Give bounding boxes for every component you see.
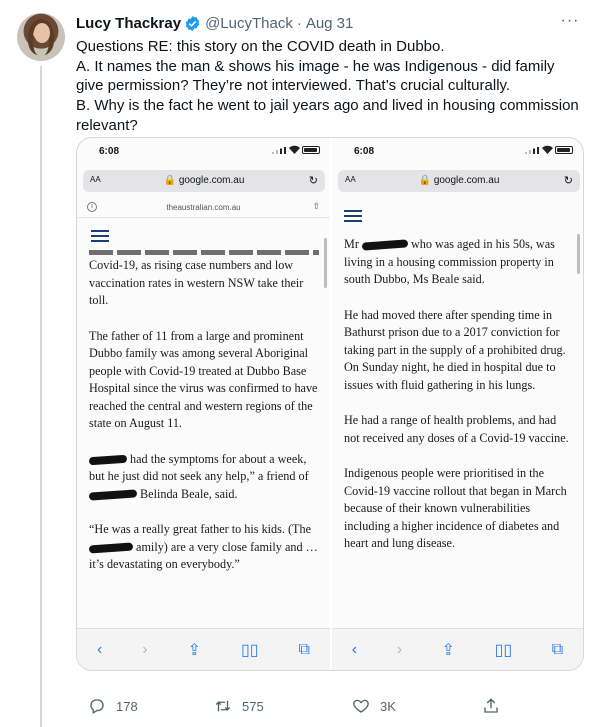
signal-icon: [525, 147, 539, 154]
tabs-icon[interactable]: ⧉: [299, 641, 310, 659]
wifi-icon: [289, 145, 300, 154]
share-icon: [484, 698, 498, 713]
bookmarks-icon[interactable]: ▯▯: [495, 640, 513, 660]
reply-count: 178: [116, 698, 138, 714]
article-text: Covid-19, as rising case numbers and low…: [88, 257, 319, 592]
safari-address-bar[interactable]: AA 🔒 google.com.au ↻: [83, 170, 325, 192]
scrollbar[interactable]: [324, 238, 327, 288]
article-paragraph: Indigenous people were prioritised in th…: [344, 466, 567, 550]
separator-dot: ·: [296, 14, 302, 32]
retweet-count: 575: [242, 698, 264, 714]
reply-icon: [90, 699, 104, 714]
share-icon[interactable]: ⇧: [312, 201, 320, 212]
amp-site-bar: i theaustralian.com.au ⇧: [77, 198, 330, 218]
bookmarks-icon[interactable]: ▯▯: [241, 640, 259, 660]
article-paragraph: Mr who was aged in his 50s, was living i…: [344, 236, 574, 289]
address-url-text: google.com.au: [433, 175, 500, 186]
ios-status-bar: 6:08: [332, 138, 583, 162]
article-paragraph: “He was a really great father to his kid…: [88, 521, 319, 574]
avatar-face: [34, 23, 50, 43]
article-paragraph: had the symptoms for about a week, but h…: [88, 451, 319, 504]
forward-icon[interactable]: ›: [397, 641, 402, 659]
article-text: Mr who was aged in his 50s, was living i…: [344, 236, 574, 571]
forward-icon[interactable]: ›: [142, 641, 147, 659]
retweet-icon: [215, 700, 231, 712]
scrollbar[interactable]: [577, 234, 580, 274]
site-domain: theaustralian.com.au: [166, 203, 241, 212]
tweet-date[interactable]: Aug 31: [306, 15, 354, 32]
signal-icon: [272, 147, 286, 154]
safari-toolbar: ‹ › ⇪ ▯▯ ⧉: [77, 628, 330, 670]
heart-icon: [353, 699, 369, 713]
article-paragraph: Covid-19, as rising case numbers and low…: [89, 258, 304, 307]
status-time: 6:08: [354, 146, 375, 157]
article-paragraph: He had moved there after spending time i…: [344, 307, 566, 392]
like-button[interactable]: 3K: [352, 694, 396, 718]
reply-button[interactable]: 178: [88, 694, 138, 718]
battery-icon: [302, 146, 320, 154]
article-paragraph: The father of 11 from a large and promin…: [89, 328, 318, 431]
share-button[interactable]: [482, 694, 510, 718]
safari-toolbar: ‹ › ⇪ ▯▯ ⧉: [332, 628, 583, 670]
tweet-text: Questions RE: this story on the COVID de…: [76, 37, 581, 136]
retweet-button[interactable]: 575: [214, 694, 264, 718]
article-paragraph: He had a range of health problems, and h…: [344, 413, 569, 445]
redaction-mark: [88, 454, 128, 466]
redaction-mark: [361, 239, 409, 251]
tweet-line: Questions RE: this story on the COVID de…: [76, 38, 445, 55]
article-text-run: Belinda Beale, said.: [140, 486, 238, 501]
share-icon[interactable]: ⇪: [188, 640, 201, 660]
like-count: 3K: [380, 698, 396, 714]
tweet-actions: 178 575 3K: [76, 694, 581, 718]
back-icon[interactable]: ‹: [352, 641, 357, 659]
address-url-text: google.com.au: [178, 175, 245, 186]
hamburger-menu-icon[interactable]: [91, 230, 109, 243]
author-name[interactable]: Lucy Thackray: [76, 15, 181, 32]
avatar[interactable]: [17, 13, 65, 61]
back-icon[interactable]: ‹: [97, 641, 102, 659]
share-icon[interactable]: ⇪: [442, 640, 455, 660]
author-handle[interactable]: @LucyThack: [205, 15, 293, 32]
thread-line: [40, 66, 42, 727]
wifi-icon: [542, 145, 553, 154]
battery-icon: [555, 146, 573, 154]
tweet-media[interactable]: 6:08 AA 🔒 google.com.au ↻ i theaustralia…: [76, 137, 584, 671]
article-text-run: “He was a really great father to his kid…: [89, 522, 311, 536]
article-text-run: Mr: [344, 237, 359, 251]
redaction-mark: [88, 542, 134, 554]
reload-icon[interactable]: ↻: [564, 174, 573, 187]
hamburger-menu-icon[interactable]: [344, 210, 362, 223]
phone-screenshot-right[interactable]: 6:08 AA 🔒 google.com.au ↻ Mr who was age…: [330, 138, 583, 670]
verified-badge-icon: [185, 15, 200, 31]
address-url: 🔒 google.com.au: [163, 175, 245, 186]
reload-icon[interactable]: ↻: [309, 174, 318, 187]
ios-status-bar: 6:08: [77, 138, 330, 162]
tweet-line: B. Why is the fact he went to jail years…: [76, 97, 579, 134]
address-url: 🔒 google.com.au: [418, 175, 500, 186]
safari-address-bar[interactable]: AA 🔒 google.com.au ↻: [338, 170, 580, 192]
phone-screenshot-left[interactable]: 6:08 AA 🔒 google.com.au ↻ i theaustralia…: [77, 138, 330, 670]
tweet-header: Lucy Thackray @LucyThack · Aug 31: [76, 12, 353, 34]
tweet-line: A. It names the man & shows his image - …: [76, 57, 555, 95]
tabs-icon[interactable]: ⧉: [552, 641, 563, 659]
status-time: 6:08: [99, 146, 120, 157]
more-options-icon[interactable]: ···: [558, 12, 582, 34]
redaction-mark: [88, 489, 138, 501]
